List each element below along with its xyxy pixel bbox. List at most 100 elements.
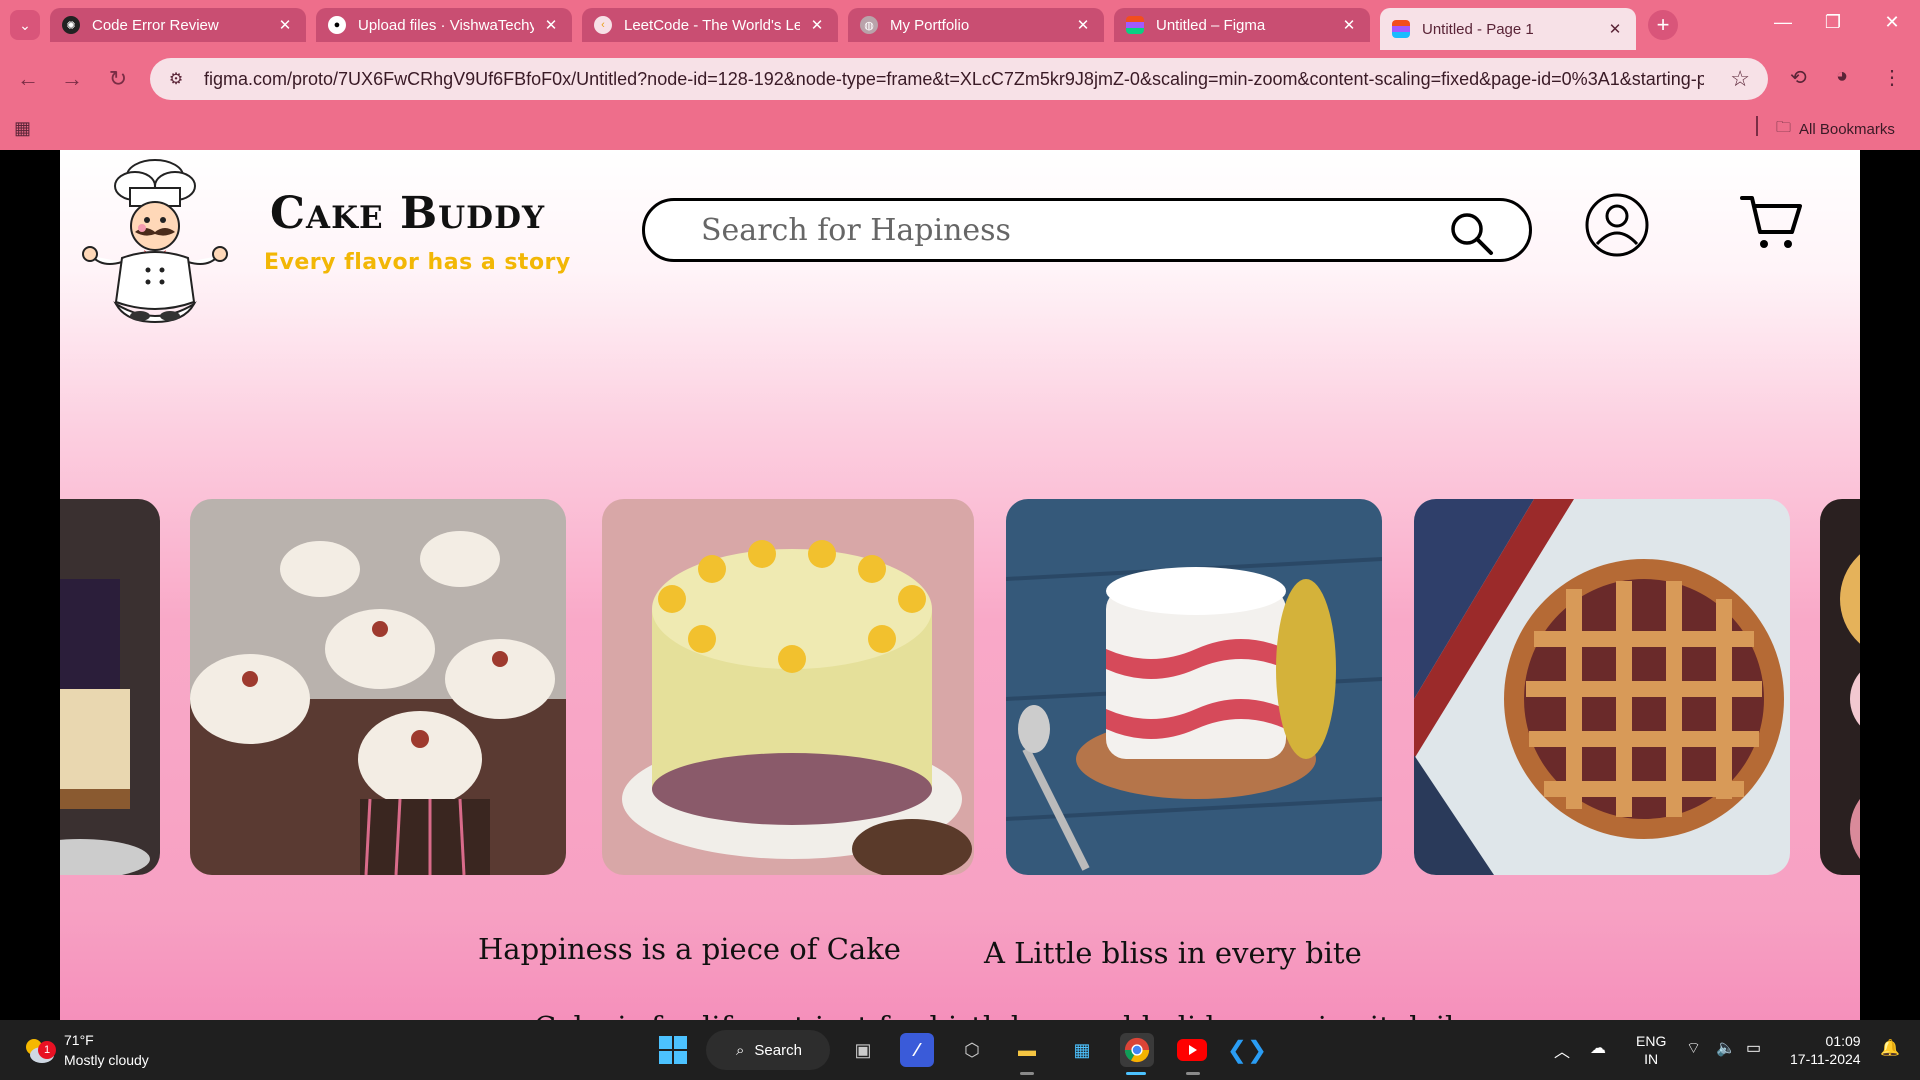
close-tab-icon[interactable]: ✕ [542,16,560,34]
site-settings-icon[interactable]: ⚙ [162,65,190,93]
carousel-card-blueberry-cheesecake[interactable] [60,499,160,875]
bookmark-star-icon[interactable]: ☆ [1730,66,1750,92]
all-bookmarks-button[interactable]: 🗀 All Bookmarks [1776,117,1895,142]
bookmarks-divider [1756,116,1758,136]
tab-title: Code Error Review [92,16,219,34]
show-hidden-icons[interactable]: ︿ [1554,1038,1570,1062]
microsoft-store-icon[interactable]: ▦ [1065,1033,1099,1067]
product-carousel [60,499,1860,875]
carousel-card-pistachio-mango-cake[interactable] [602,499,974,875]
taskbar-search-label: Search [754,1041,802,1059]
windows-taskbar: 1 71°F Mostly cloudy ⌕ Search ▣ ⁄ ⬡ ▬ ▦ … [0,1020,1920,1080]
battery-icon[interactable]: ▭ [1746,1038,1761,1058]
carousel-card-donut[interactable] [1820,499,1860,875]
caption-little-bliss: A Little bliss in every bite [984,936,1362,970]
chrome-icon[interactable] [1120,1033,1154,1067]
minimize-button[interactable]: — [1768,12,1798,33]
bookmarks-bar: ▦ 🗀 All Bookmarks [0,108,1920,150]
tab-leetcode[interactable]: ‹ LeetCode - The World's Le ✕ [582,8,838,42]
taskbar-search-button[interactable]: ⌕ Search [706,1030,830,1070]
carousel-card-strawberry-jar-cake[interactable] [1006,499,1382,875]
reload-icon[interactable]: ↻ [104,65,132,93]
all-bookmarks-label: All Bookmarks [1799,121,1895,138]
language-code: ENG [1636,1033,1667,1049]
chatgpt-icon: ✺ [62,16,80,34]
region-code: IN [1644,1051,1659,1067]
figma-prototype-frame: Cake Buddy Every flavor has a story Sear… [60,150,1860,1020]
back-icon[interactable]: ← [14,65,42,93]
weather-badge: 1 [38,1041,56,1059]
donut-image [1820,499,1860,875]
unity-icon[interactable]: ⬡ [955,1033,989,1067]
tab-figma[interactable]: Untitled – Figma ✕ [1114,8,1370,42]
apps-grid-icon[interactable]: ▦ [14,118,31,139]
search-bar[interactable] [642,198,1532,262]
wifi-icon[interactable]: ⌔ [1686,1038,1701,1058]
windows-start-icon[interactable] [656,1033,690,1067]
weather-widget[interactable]: 1 71°F Mostly cloudy [22,1030,149,1070]
caption-happiness: Happiness is a piece of Cake [478,932,901,966]
onedrive-icon[interactable]: ☁ [1590,1038,1606,1058]
close-tab-icon[interactable]: ✕ [1074,16,1092,34]
explorer-running-indicator [1020,1072,1034,1075]
close-tab-icon[interactable]: ✕ [1606,20,1624,38]
notifications-icon[interactable]: 🔔 [1880,1038,1900,1058]
app-icon-ai[interactable]: ⁄ [900,1033,934,1067]
user-account-icon[interactable] [1584,192,1650,258]
lattice-pie-image [1414,499,1790,875]
pistachio-cake-image [602,499,974,875]
tab-title: Untitled – Figma [1156,16,1266,34]
task-view-icon[interactable]: ▣ [846,1033,880,1067]
cloudy-weather-icon: 1 [22,1033,56,1067]
vscode-icon[interactable]: ❮❯ [1227,1033,1267,1067]
tab-untitled-page-1[interactable]: Untitled - Page 1 ✕ [1380,8,1636,50]
search-icon[interactable] [1447,209,1495,257]
brand-tagline: Every flavor has a story [264,250,571,275]
page-viewport: Cake Buddy Every flavor has a story Sear… [0,150,1920,1020]
close-tab-icon[interactable]: ✕ [1340,16,1358,34]
close-tab-icon[interactable]: ✕ [808,16,826,34]
more-menu-icon[interactable]: ⋮ [1882,65,1902,90]
caption-cake-for-life: Cake is for life not just for birthdays … [534,1010,1471,1020]
leetcode-icon: ‹ [594,16,612,34]
clock-date: 17-11-2024 [1790,1051,1861,1067]
tab-my-portfolio[interactable]: ◍ My Portfolio ✕ [848,8,1104,42]
carousel-card-lattice-pie[interactable] [1414,499,1790,875]
browser-toolbar: ← → ↻ ⚙ figma.com/proto/7UX6FwCRhgV9Uf6F… [0,50,1920,108]
volume-icon[interactable]: 🔈 [1716,1038,1736,1058]
url-text[interactable]: figma.com/proto/7UX6FwCRhgV9Uf6FBfoF0x/U… [204,69,1704,90]
restore-button[interactable]: ❐ [1818,12,1848,33]
weather-temperature: 71°F [64,1032,94,1048]
language-indicator[interactable]: ENG IN [1636,1032,1666,1068]
extension-icon[interactable]: ⟲ [1790,65,1807,90]
close-tab-icon[interactable]: ✕ [276,16,294,34]
forward-icon[interactable]: → [58,65,86,93]
shopping-cart-icon[interactable] [1740,192,1802,254]
tab-title: Untitled - Page 1 [1422,20,1534,38]
address-bar[interactable]: ⚙ figma.com/proto/7UX6FwCRhgV9Uf6FBfoF0x… [150,58,1768,100]
folder-icon: 🗀 [1776,119,1792,136]
search-icon: ⌕ [736,1041,745,1059]
tab-upload-files[interactable]: ● Upload files · VishwaTechy/ ✕ [316,8,572,42]
cheesecake-image [60,499,160,875]
cupcakes-image [190,499,566,875]
tab-title: Upload files · VishwaTechy/ [358,16,534,34]
tab-title: LeetCode - The World's Le [624,16,800,34]
file-explorer-icon[interactable]: ▬ [1010,1033,1044,1067]
profile-avatar[interactable]: ◕ [1836,65,1848,88]
search-input[interactable] [701,209,1421,251]
new-tab-button[interactable]: + [1648,10,1678,40]
youtube-running-indicator [1186,1072,1200,1075]
youtube-icon[interactable] [1175,1033,1209,1067]
carousel-card-red-velvet-cupcakes[interactable] [190,499,566,875]
tab-search-menu-button[interactable]: ⌄ [10,10,40,40]
chrome-active-indicator [1126,1072,1146,1075]
chef-logo [82,159,228,324]
tab-title: My Portfolio [890,16,970,34]
tab-code-error-review[interactable]: ✺ Code Error Review ✕ [50,8,306,42]
figma-icon [1126,16,1144,34]
close-window-button[interactable]: ✕ [1877,12,1907,33]
figma-icon [1392,20,1410,38]
clock[interactable]: 01:09 17-11-2024 [1790,1032,1861,1068]
jar-cake-image [1006,499,1382,875]
